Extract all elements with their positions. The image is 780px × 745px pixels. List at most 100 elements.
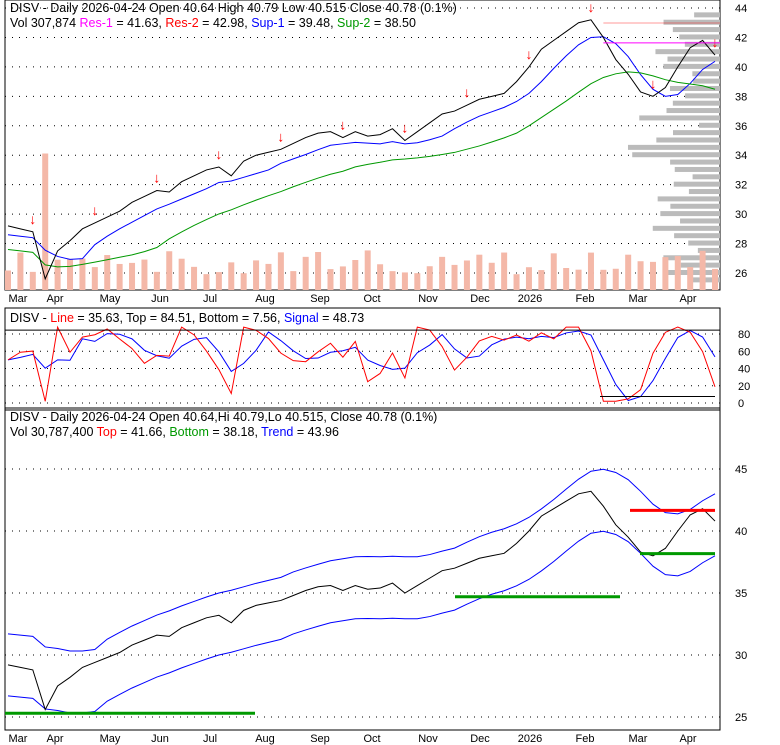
- x-tick-label: Jul: [203, 733, 217, 745]
- y-tick-label: 40: [738, 364, 750, 376]
- volume-bar: [501, 253, 507, 290]
- osc-signal-label: Signal: [284, 311, 319, 325]
- volume-bar: [439, 257, 445, 290]
- sell-arrow: ↓: [339, 117, 346, 133]
- x-tick-label: Feb: [576, 293, 595, 305]
- volume-bar: [17, 253, 23, 290]
- volume-profile-bar: [660, 211, 720, 216]
- sell-arrow: ↓: [277, 128, 284, 144]
- volume-profile-bar: [664, 20, 720, 25]
- y-tick-label: 40: [735, 526, 747, 538]
- volume-bar: [79, 259, 85, 290]
- x-tick-label: Jun: [151, 733, 169, 745]
- y-tick-label: 0: [738, 398, 744, 410]
- x-tick-label: May: [100, 733, 121, 745]
- volume-profile-bar: [673, 130, 720, 135]
- osc-line-label: Line: [50, 311, 74, 325]
- res1-value: = 41.63,: [113, 16, 165, 30]
- volume-bar: [278, 252, 284, 290]
- volume-profile-bar: [699, 123, 720, 128]
- volume-profile-bar: [667, 108, 720, 113]
- y-tick-label: 38: [735, 91, 747, 103]
- x-tick-label: Mar: [629, 293, 648, 305]
- x-tick-label: Nov: [418, 293, 438, 305]
- y-tick-label: 30: [735, 209, 747, 221]
- volume-bar: [650, 262, 656, 290]
- trend-value: = 43.96: [293, 425, 339, 439]
- lower-band: [8, 531, 715, 713]
- volume-profile-bar: [656, 138, 720, 143]
- volume-bar: [551, 253, 557, 290]
- volume-profile-bar: [674, 182, 720, 187]
- volume-bar: [228, 262, 234, 290]
- trend-label: Trend: [261, 425, 293, 439]
- signal-line: [8, 331, 715, 401]
- volume-bar: [563, 268, 569, 290]
- volume-bar: [600, 270, 606, 290]
- x-tick-label: Apr: [679, 733, 696, 745]
- sell-arrow: ↓: [401, 120, 408, 136]
- volume-bar: [92, 267, 98, 290]
- volume-bar: [675, 256, 681, 290]
- volume-profile-bar: [663, 255, 720, 260]
- sell-arrow: ↓: [463, 84, 470, 100]
- volume-label-3: Vol 30,787,400: [10, 425, 97, 439]
- volume-profile-bar: [670, 204, 720, 209]
- volume-profile-bar: [680, 218, 720, 223]
- price-line: [8, 20, 715, 279]
- sell-arrow: ↓: [215, 146, 222, 162]
- sell-arrow: ↓: [91, 202, 98, 218]
- x-tick-label: Mar: [9, 293, 28, 305]
- panel3-header: DISV - Daily 2026-04-24 Open 40.64,Hi 40…: [10, 410, 437, 440]
- x-tick-label: Oct: [363, 293, 380, 305]
- volume-bar: [662, 257, 668, 290]
- volume-bar: [613, 269, 619, 290]
- x-tick-label: Dec: [470, 293, 490, 305]
- panel2-header: DISV - Line = 35.63, Top = 84.51, Bottom…: [10, 311, 364, 326]
- y-tick-label: 40: [735, 62, 747, 74]
- x-tick-label: Mar: [629, 733, 648, 745]
- volume-bar: [452, 265, 458, 290]
- price-summary: DISV - Daily 2026-04-24 Open 40.64 High …: [10, 1, 457, 16]
- volume-label: Vol 307,874: [10, 16, 76, 30]
- volume-bar: [352, 260, 358, 290]
- volume-bar: [427, 266, 433, 290]
- volume-bar: [315, 252, 321, 290]
- volume-bar: [290, 271, 296, 290]
- volume-bar: [476, 255, 482, 290]
- volume-bar: [129, 263, 135, 290]
- x-tick-label: Aug: [255, 733, 275, 745]
- volume-bar: [514, 274, 520, 290]
- price-summary-3: DISV - Daily 2026-04-24 Open 40.64,Hi 40…: [10, 410, 437, 425]
- volume-profile-bar: [658, 196, 720, 201]
- x-tick-label: Apr: [679, 293, 696, 305]
- sup1-label: Sup-1: [251, 16, 284, 30]
- sup2-label: Sup-2: [337, 16, 370, 30]
- sell-arrow: ↓: [153, 170, 160, 186]
- volume-bar: [191, 267, 197, 290]
- y-tick-label: 25: [735, 712, 747, 724]
- volume-profile-bar: [632, 152, 720, 157]
- volume-bar: [141, 260, 147, 290]
- x-tick-label: Nov: [418, 733, 438, 745]
- panel1-header: DISV - Daily 2026-04-24 Open 40.64 High …: [10, 1, 457, 31]
- volume-bar: [687, 267, 693, 290]
- volume-bar: [30, 272, 36, 290]
- volume-bar: [117, 264, 123, 290]
- y-tick-label: 80: [738, 329, 750, 341]
- volume-bar: [55, 260, 61, 290]
- volume-bar: [327, 269, 333, 290]
- volume-bar: [166, 251, 172, 290]
- y-tick-label: 32: [735, 180, 747, 192]
- y-tick-label: 28: [735, 239, 747, 251]
- osc-signal-value: = 48.73: [319, 311, 365, 325]
- x-tick-label: Apr: [46, 733, 63, 745]
- volume-bar: [390, 271, 396, 290]
- volume-bar: [526, 267, 532, 290]
- volume-bar: [700, 251, 706, 290]
- volume-bar: [576, 270, 582, 290]
- volume-profile-bar: [670, 160, 720, 165]
- volume-bar: [67, 259, 73, 290]
- bottom-label: Bottom: [169, 425, 209, 439]
- price-line-3: [8, 491, 715, 709]
